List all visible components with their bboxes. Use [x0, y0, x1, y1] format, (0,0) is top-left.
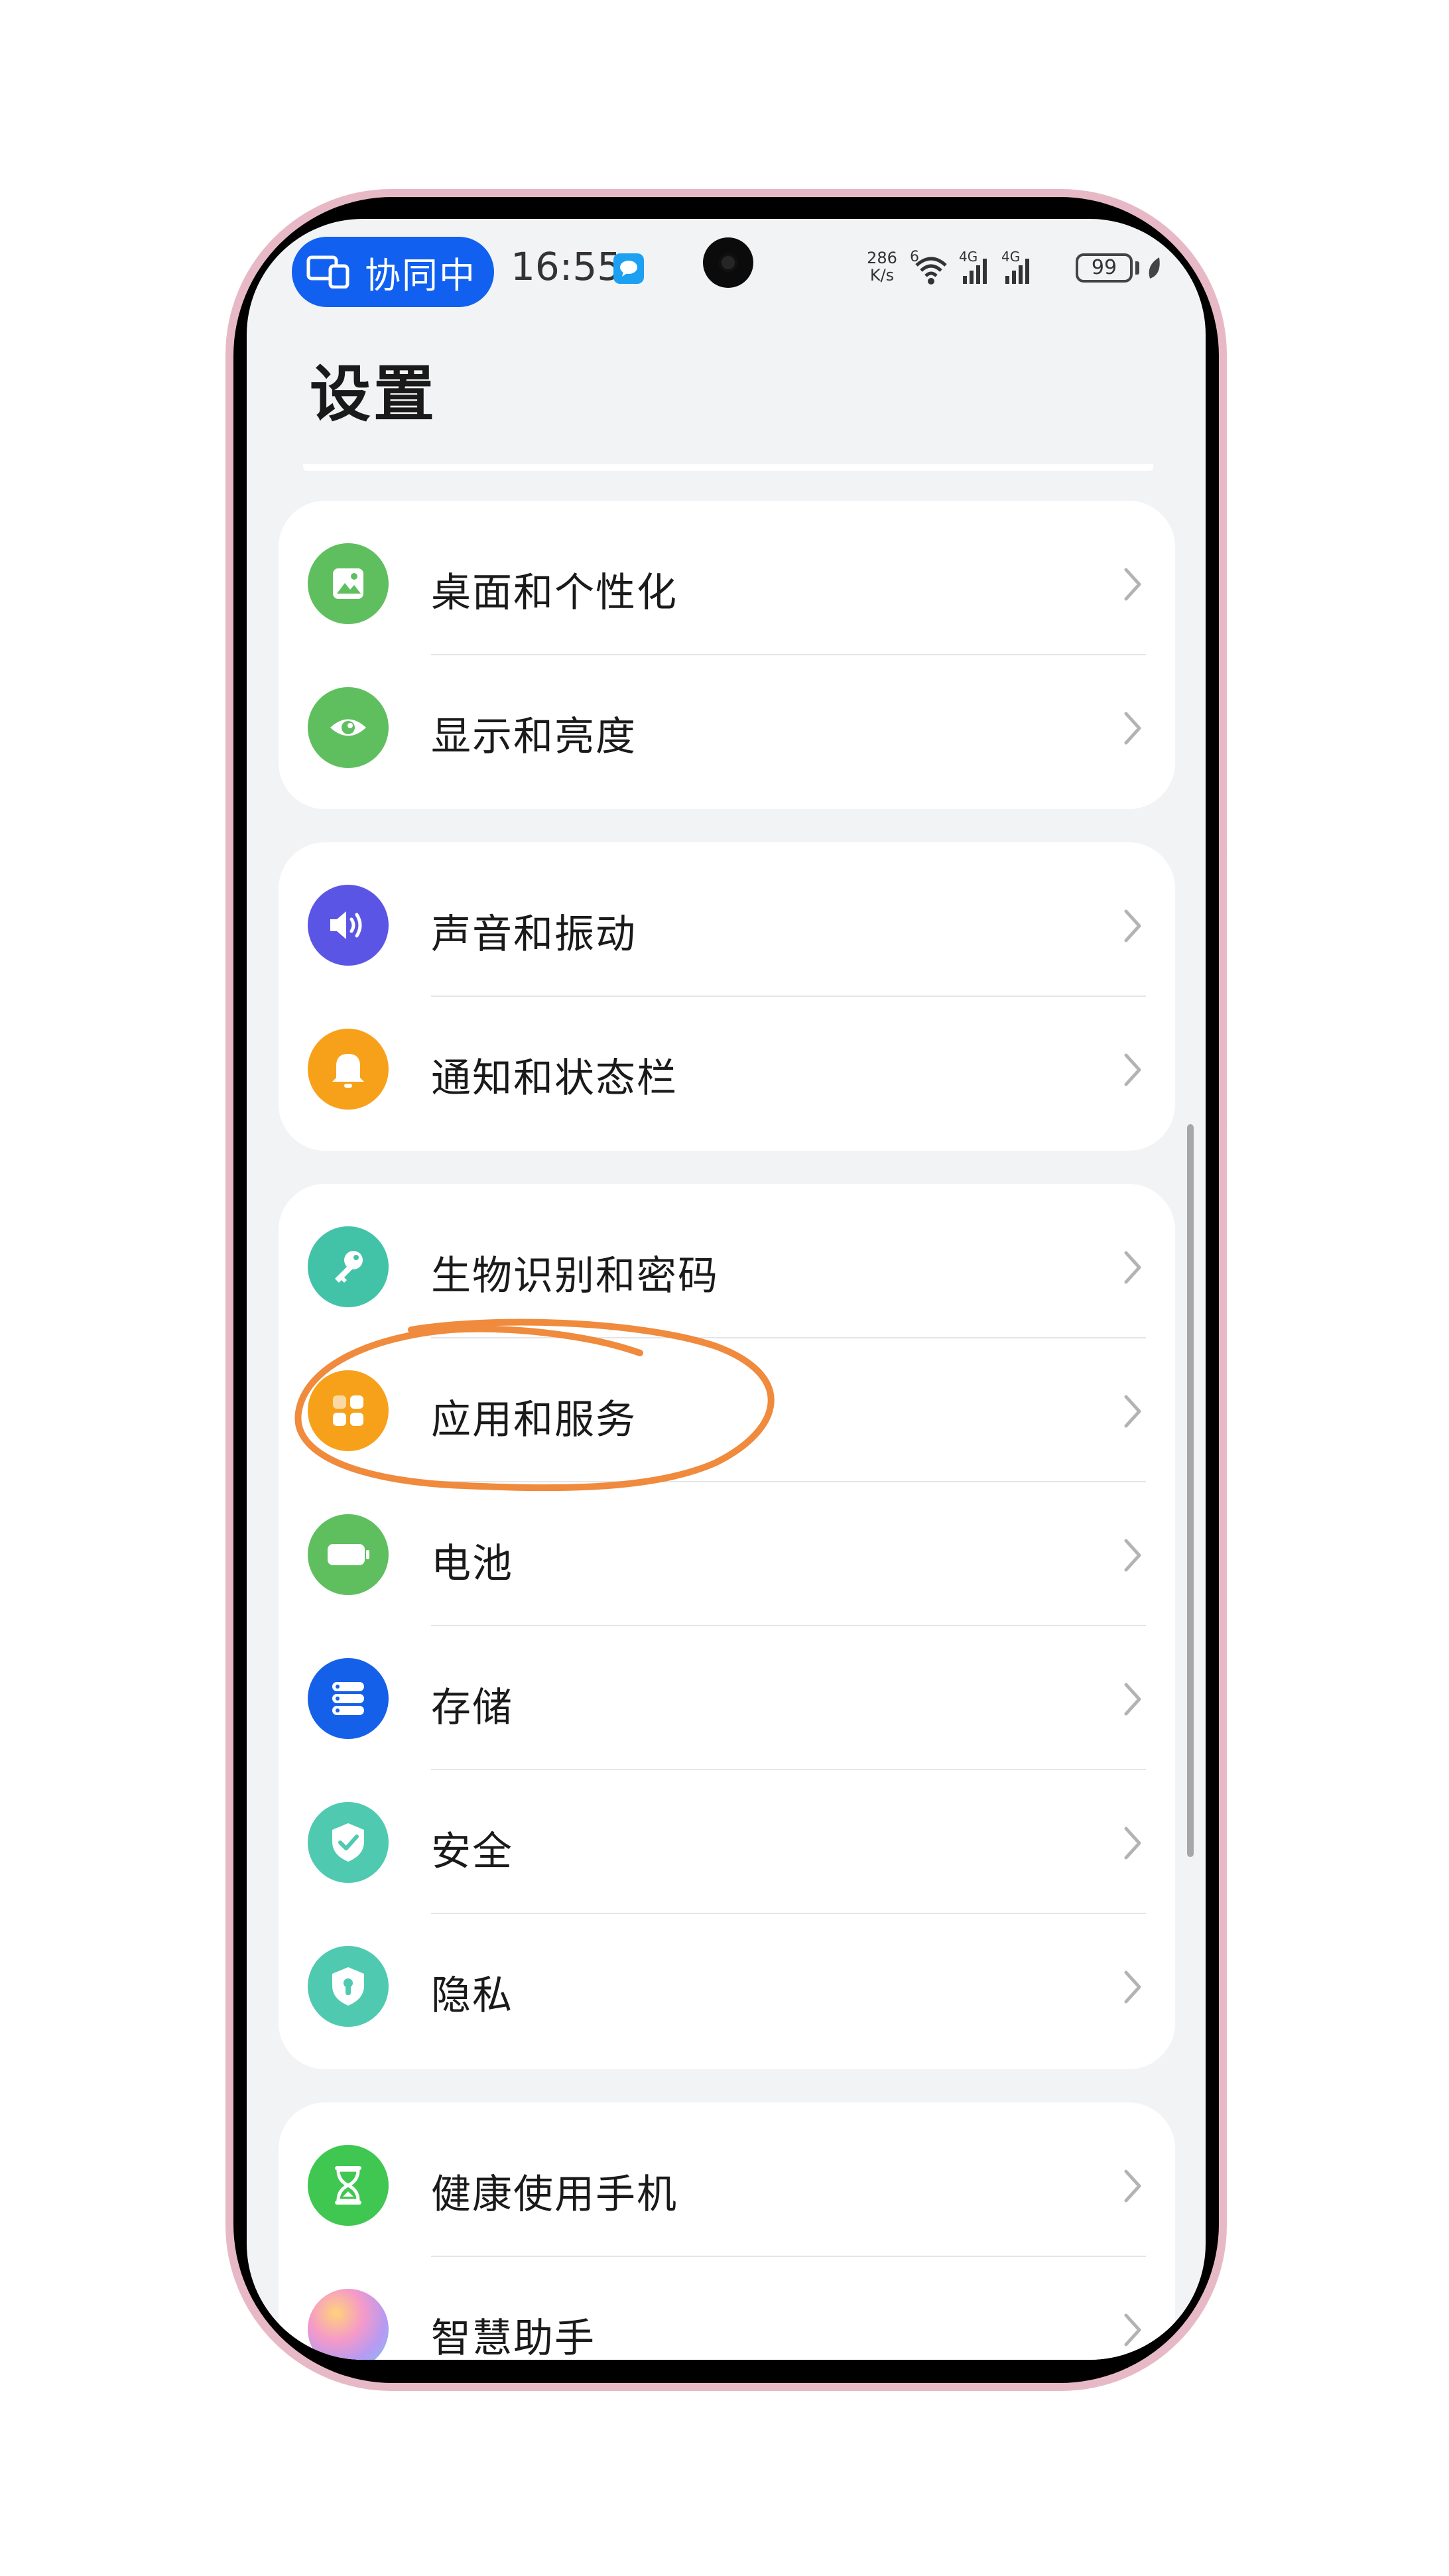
settings-item-label: 存储: [431, 1685, 513, 1731]
chevron-right-icon: [1124, 1683, 1141, 1716]
eye-icon: [308, 687, 389, 768]
key-icon: [308, 1226, 389, 1307]
front-camera: [703, 237, 753, 288]
settings-group-sound: 声音和振动 通知和状态栏: [279, 842, 1175, 1151]
chevron-right-icon: [1124, 1970, 1141, 2004]
wifi-signal-icons: 6 4G 4G: [910, 249, 1029, 285]
page-title: 设置: [310, 359, 438, 430]
message-notification-icon: [613, 253, 644, 284]
settings-group-display: 桌面和个性化 显示和亮度: [279, 501, 1175, 809]
battery-icon: [308, 1514, 389, 1595]
settings-item-label: 应用和服务: [431, 1397, 637, 1443]
settings-item-label: 声音和振动: [431, 911, 637, 958]
settings-item-label: 健康使用手机: [431, 2171, 678, 2218]
settings-item-security[interactable]: 安全: [279, 1770, 1175, 1914]
net-speed-unit: K/s: [869, 266, 895, 285]
battery-indicator: 99: [1076, 253, 1133, 283]
settings-item-apps[interactable]: 应用和服务: [279, 1338, 1175, 1482]
collab-label: 协同中: [365, 254, 476, 296]
wallpaper-icon: [308, 543, 389, 624]
privacy-shield-icon: [308, 1946, 389, 2027]
settings-item-privacy[interactable]: 隐私: [279, 1914, 1175, 2058]
network-speed: 286 K/s: [862, 249, 902, 284]
settings-group-system: 生物识别和密码 应用和服务 电池 存储 安全 隐私: [279, 1184, 1175, 2069]
chevron-right-icon: [1124, 2169, 1141, 2203]
settings-group-wellbeing: 健康使用手机 智慧助手: [279, 2102, 1175, 2360]
speaker-icon: [308, 885, 389, 966]
settings-item-label: 智慧助手: [431, 2315, 596, 2360]
chevron-right-icon: [1124, 1539, 1141, 1572]
power-button: [1219, 995, 1227, 1127]
signal1-label: 4G: [959, 249, 977, 265]
settings-item-biometrics[interactable]: 生物识别和密码: [279, 1194, 1175, 1338]
leaf-icon: [1145, 256, 1165, 285]
settings-item-label: 通知和状态栏: [431, 1055, 678, 1102]
phone-screen: 协同中 16:55 286 K/s 6 4G 4G 99 设置 桌面和个性化 显…: [247, 219, 1206, 2360]
assistant-orb-icon: [308, 2289, 389, 2360]
settings-item-assistant[interactable]: 智慧助手: [279, 2257, 1175, 2360]
apps-grid-icon: [308, 1370, 389, 1451]
settings-item-label: 生物识别和密码: [431, 1253, 719, 1299]
shield-check-icon: [308, 1802, 389, 1883]
settings-item-storage[interactable]: 存储: [279, 1626, 1175, 1770]
settings-item-display[interactable]: 显示和亮度: [279, 655, 1175, 799]
settings-item-label: 电池: [431, 1541, 513, 1587]
chevron-right-icon: [1124, 1395, 1141, 1428]
settings-item-sound[interactable]: 声音和振动: [279, 853, 1175, 997]
collab-pill[interactable]: 协同中: [292, 237, 494, 307]
scrollbar[interactable]: [1187, 1124, 1194, 1857]
net-speed-value: 286: [867, 249, 897, 267]
settings-item-battery[interactable]: 电池: [279, 1482, 1175, 1626]
bell-icon: [308, 1029, 389, 1110]
storage-icon: [308, 1658, 389, 1739]
multi-device-icon: [306, 255, 350, 289]
chevron-right-icon: [1124, 2313, 1141, 2347]
scrolled-card-edge: [303, 464, 1153, 471]
settings-item-label: 显示和亮度: [431, 714, 637, 760]
chevron-right-icon: [1124, 909, 1141, 942]
settings-item-notifications[interactable]: 通知和状态栏: [279, 997, 1175, 1141]
settings-item-label: 隐私: [431, 1972, 513, 2019]
settings-item-desktop[interactable]: 桌面和个性化: [279, 511, 1175, 655]
chevron-right-icon: [1124, 1053, 1141, 1086]
battery-tip: [1135, 261, 1139, 275]
settings-item-digital-balance[interactable]: 健康使用手机: [279, 2113, 1175, 2257]
settings-item-label: 安全: [431, 1829, 513, 1875]
status-time: 16:55: [511, 244, 622, 289]
chevron-right-icon: [1124, 1827, 1141, 1860]
settings-item-label: 桌面和个性化: [431, 570, 678, 616]
signal2-label: 4G: [1001, 249, 1020, 265]
chevron-right-icon: [1124, 712, 1141, 745]
status-bar: 协同中 16:55 286 K/s 6 4G 4G 99: [247, 219, 1206, 325]
chevron-right-icon: [1124, 1251, 1141, 1284]
volume-button: [1219, 600, 1227, 852]
hourglass-icon: [308, 2145, 389, 2226]
chevron-right-icon: [1124, 568, 1141, 601]
